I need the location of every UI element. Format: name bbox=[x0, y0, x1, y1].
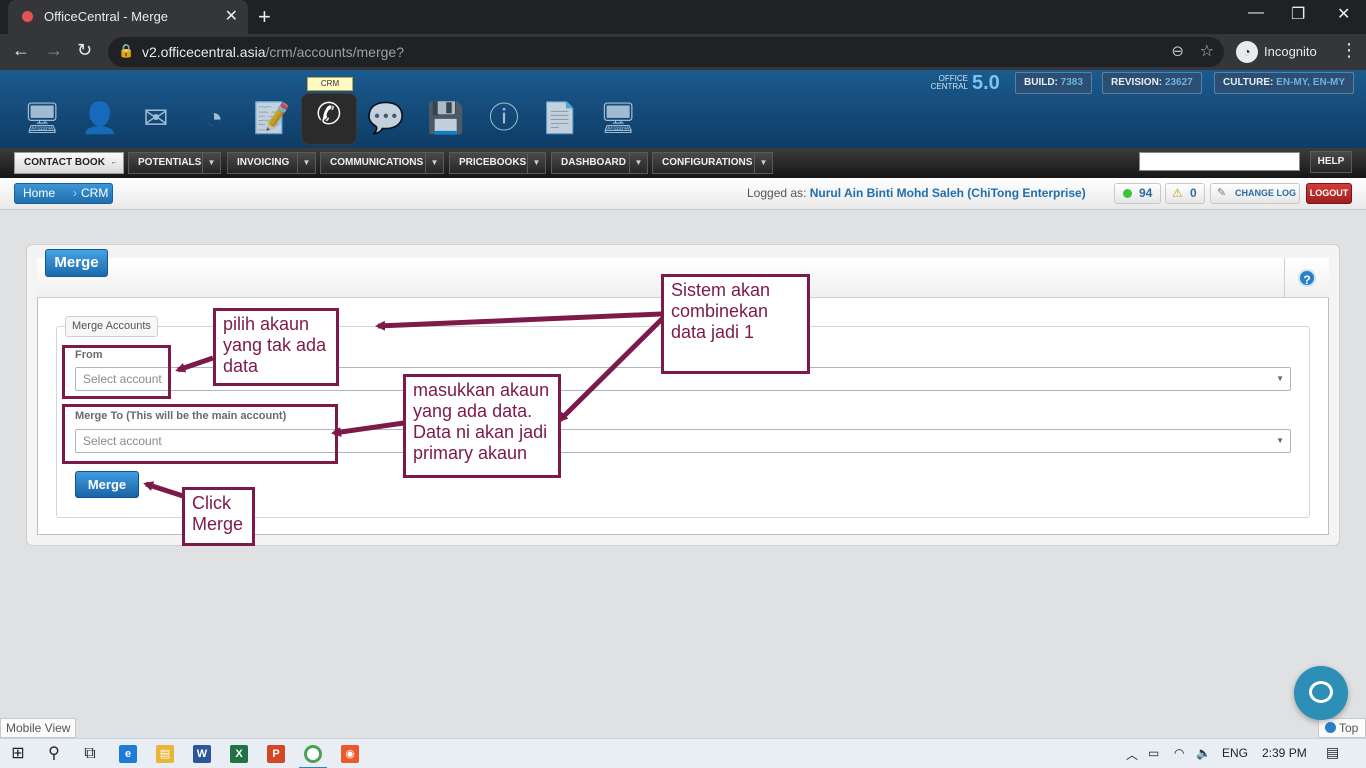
chat-widget-button[interactable] bbox=[1294, 666, 1348, 720]
os-taskbar: ⊞ ⚲ ⧉ e ▤ W X P ◉ ︿ ▭ ◠ 🔈 ENG 2:39 PM ▤ bbox=[0, 738, 1366, 768]
screen-recorder-icon[interactable]: ◉ bbox=[341, 745, 359, 763]
mobile-view-button[interactable]: Mobile View bbox=[0, 718, 76, 738]
clock[interactable]: 2:39 PM bbox=[1262, 746, 1307, 760]
excel-icon[interactable]: X bbox=[230, 745, 248, 763]
task-view-icon[interactable]: ⧉ bbox=[80, 744, 100, 764]
powerpoint-icon[interactable]: P bbox=[267, 745, 285, 763]
file-explorer-icon[interactable]: ▤ bbox=[156, 745, 174, 763]
search-icon[interactable]: ⚲ bbox=[44, 744, 64, 764]
windows-start-icon[interactable]: ⊞ bbox=[8, 744, 28, 764]
arrow-to-from-field bbox=[175, 355, 214, 373]
annotation-pilih: pilih akaun yang tak ada data bbox=[213, 308, 339, 386]
chrome-icon[interactable] bbox=[304, 745, 322, 763]
back-to-top-button[interactable]: Top bbox=[1318, 718, 1366, 738]
annotation-masukkan: masukkan akaun yang ada data. Data ni akan… bbox=[403, 374, 561, 478]
arrow-up-icon bbox=[1325, 722, 1336, 733]
arrow-to-merge-button bbox=[143, 481, 184, 499]
volume-icon[interactable]: 🔈 bbox=[1196, 746, 1211, 760]
tray-chevron-up-icon[interactable]: ︿ bbox=[1126, 746, 1138, 763]
annotation-sistem: Sistem akan combinekan data jadi 1 bbox=[661, 274, 810, 374]
arrow-to-merge-to-field bbox=[331, 420, 405, 437]
wifi-icon[interactable]: ◠ bbox=[1174, 746, 1184, 760]
battery-icon[interactable]: ▭ bbox=[1148, 746, 1159, 760]
notification-center-icon[interactable]: ▤ bbox=[1326, 744, 1339, 761]
language-indicator[interactable]: ENG bbox=[1222, 746, 1248, 760]
arrow-to-legend bbox=[375, 311, 662, 331]
arrow-to-primary-note bbox=[557, 316, 665, 423]
annotation-arrows bbox=[143, 311, 665, 499]
chat-bubble-icon bbox=[1309, 681, 1333, 703]
word-icon[interactable]: W bbox=[193, 745, 211, 763]
annotation-click: Click Merge bbox=[182, 487, 255, 546]
edge-icon[interactable]: e bbox=[119, 745, 137, 763]
